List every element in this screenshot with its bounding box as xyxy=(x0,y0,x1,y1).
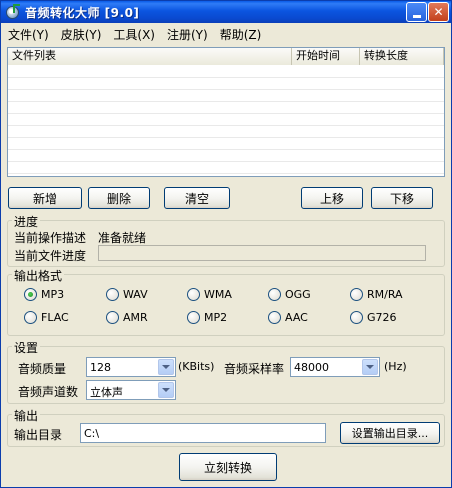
close-button[interactable]: ✕ xyxy=(428,2,449,22)
radio-ogg-circle[interactable] xyxy=(268,288,281,301)
channels-dropdown-button[interactable] xyxy=(158,382,174,398)
radio-wma-circle[interactable] xyxy=(187,288,200,301)
main-window: 音频转化大师 [9.0] ✕ 文件(Y) 皮肤(Y) 工具(X) 注册(Y) 帮… xyxy=(0,0,452,488)
radio-mp3[interactable]: MP3 xyxy=(24,288,64,301)
current-op-value: 准备就绪 xyxy=(98,231,147,245)
file-list-body[interactable] xyxy=(8,66,444,176)
channels-combo-value: 立体声 xyxy=(90,386,123,399)
quality-dropdown-button[interactable] xyxy=(158,359,174,375)
sample-rate-combo-value: 48000 xyxy=(294,361,329,374)
move-up-button[interactable]: 上移 xyxy=(301,187,363,209)
window-title: 音频转化大师 [9.0] xyxy=(25,5,140,20)
file-list-header: 文件列表 开始时间 转换长度 xyxy=(8,48,444,65)
chevron-down-icon xyxy=(162,365,170,369)
radio-aac-label: AAC xyxy=(285,311,308,324)
settings-group: 设置 音频质量 128 (KBits) 音频采样率 48000 (Hz) 音频声… xyxy=(7,339,445,404)
output-format-group: 输出格式 MP3 WAV WMA OGG RM/RA FLAC AMR MP2 … xyxy=(7,267,445,336)
add-button[interactable]: 新增 xyxy=(8,187,82,209)
radio-flac[interactable]: FLAC xyxy=(24,311,69,324)
current-op-label: 当前操作描述 xyxy=(14,231,87,245)
radio-wav-label: WAV xyxy=(123,288,148,301)
title-bar[interactable]: 音频转化大师 [9.0] ✕ xyxy=(1,1,451,23)
current-file-label: 当前文件进度 xyxy=(14,249,87,263)
convert-now-button[interactable]: 立刻转换 xyxy=(179,453,277,481)
menu-register[interactable]: 注册(Y) xyxy=(161,26,214,43)
radio-mp2-label: MP2 xyxy=(204,311,228,324)
channels-combo[interactable]: 立体声 xyxy=(86,380,176,400)
progress-group-title: 进度 xyxy=(12,213,41,230)
radio-aac-circle[interactable] xyxy=(268,311,281,324)
radio-rm-ra[interactable]: RM/RA xyxy=(350,288,403,301)
radio-mp2-circle[interactable] xyxy=(187,311,200,324)
quality-combo[interactable]: 128 xyxy=(86,357,176,377)
app-disc-icon xyxy=(5,4,21,20)
output-format-group-title: 输出格式 xyxy=(12,267,65,284)
current-file-progress-bar xyxy=(98,245,426,261)
radio-ogg-label: OGG xyxy=(285,288,311,301)
chevron-down-icon xyxy=(366,365,374,369)
radio-flac-circle[interactable] xyxy=(24,311,37,324)
radio-wav[interactable]: WAV xyxy=(106,288,148,301)
radio-g726-label: G726 xyxy=(367,311,397,324)
radio-wav-circle[interactable] xyxy=(106,288,119,301)
sample-rate-dropdown-button[interactable] xyxy=(362,359,378,375)
minimize-button[interactable] xyxy=(406,2,427,22)
move-down-button[interactable]: 下移 xyxy=(371,187,433,209)
progress-group: 进度 当前操作描述 准备就绪 当前文件进度 xyxy=(7,213,445,267)
column-convert-length[interactable]: 转换长度 xyxy=(360,48,444,65)
menu-file[interactable]: 文件(Y) xyxy=(2,26,55,43)
output-dir-input[interactable]: C:\ xyxy=(80,423,326,443)
sample-rate-combo[interactable]: 48000 xyxy=(290,357,380,377)
radio-wma-label: WMA xyxy=(204,288,232,301)
output-group-title: 输出 xyxy=(12,407,41,424)
menu-skin[interactable]: 皮肤(Y) xyxy=(55,26,108,43)
radio-flac-label: FLAC xyxy=(41,311,69,324)
column-file-list[interactable]: 文件列表 xyxy=(8,48,292,65)
radio-g726[interactable]: G726 xyxy=(350,311,397,324)
radio-mp3-circle[interactable] xyxy=(24,288,37,301)
close-icon: ✕ xyxy=(433,5,444,19)
menu-bar: 文件(Y) 皮肤(Y) 工具(X) 注册(Y) 帮助(Z) xyxy=(2,24,267,44)
set-output-dir-button[interactable]: 设置输出目录... xyxy=(340,422,440,444)
chevron-down-icon xyxy=(162,388,170,392)
radio-ogg[interactable]: OGG xyxy=(268,288,311,301)
delete-button[interactable]: 删除 xyxy=(88,187,150,209)
radio-amr-label: AMR xyxy=(123,311,148,324)
radio-aac[interactable]: AAC xyxy=(268,311,308,324)
menu-help[interactable]: 帮助(Z) xyxy=(214,26,268,43)
radio-mp3-label: MP3 xyxy=(41,288,65,301)
clear-button[interactable]: 清空 xyxy=(164,187,230,209)
output-group: 输出 输出目录 C:\ 设置输出目录... xyxy=(7,407,445,447)
settings-group-title: 设置 xyxy=(12,339,41,356)
sample-rate-unit: (Hz) xyxy=(384,360,407,373)
output-dir-value: C:\ xyxy=(84,427,100,440)
radio-rm-ra-circle[interactable] xyxy=(350,288,363,301)
quality-label: 音频质量 xyxy=(18,362,67,376)
file-list[interactable]: 文件列表 开始时间 转换长度 xyxy=(7,47,445,177)
radio-g726-circle[interactable] xyxy=(350,311,363,324)
menu-tools[interactable]: 工具(X) xyxy=(107,26,161,43)
minimize-icon xyxy=(412,14,421,18)
quality-unit: (KBits) xyxy=(178,360,215,373)
radio-rm-ra-label: RM/RA xyxy=(367,288,403,301)
sample-rate-label: 音频采样率 xyxy=(224,362,285,376)
channels-label: 音频声道数 xyxy=(18,385,79,399)
radio-mp2[interactable]: MP2 xyxy=(187,311,227,324)
radio-amr[interactable]: AMR xyxy=(106,311,148,324)
column-start-time[interactable]: 开始时间 xyxy=(292,48,360,65)
radio-wma[interactable]: WMA xyxy=(187,288,232,301)
output-dir-label: 输出目录 xyxy=(14,428,63,442)
quality-combo-value: 128 xyxy=(90,361,111,374)
radio-amr-circle[interactable] xyxy=(106,311,119,324)
